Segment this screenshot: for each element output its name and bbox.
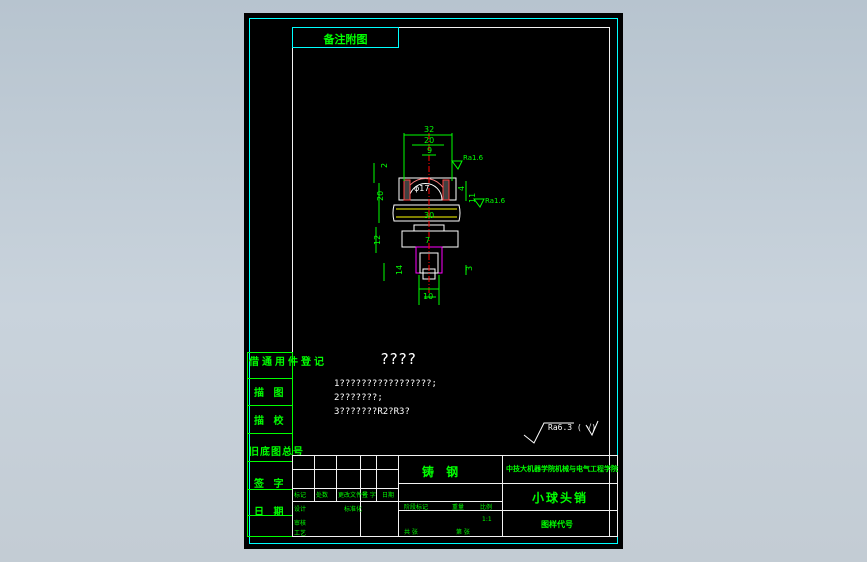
tech-note-2: 2???????; bbox=[334, 393, 383, 403]
stage-mark-label: 阶段标记 bbox=[404, 504, 429, 511]
dim-label-20: 20 bbox=[424, 136, 434, 145]
hatch-right bbox=[442, 179, 450, 201]
tech-note-1: 1?????????????????; bbox=[334, 379, 437, 389]
ratio-label: 比例 bbox=[480, 504, 493, 511]
ratio-value: 1:1 bbox=[482, 516, 492, 523]
dim-label-9: 9 bbox=[427, 146, 432, 155]
dim-label-4: 4 bbox=[457, 186, 466, 191]
title-block-rule bbox=[502, 455, 503, 537]
title-block-rule bbox=[398, 483, 618, 484]
title-block-rule bbox=[314, 455, 315, 501]
cad-viewport[interactable]: 备注附图 借通用件登记 描 图 描 校 旧底图总号 签 字 日 期 32 20 … bbox=[0, 0, 867, 562]
dim-label-14: 14 bbox=[395, 265, 404, 275]
date-label: 日期 bbox=[382, 492, 395, 499]
tech-requirements-title: ???? bbox=[380, 350, 417, 368]
title-block-rule bbox=[376, 455, 377, 501]
tech-note-3: 3???????R2?R3? bbox=[334, 407, 410, 417]
roughness-label-2: Ra1.6 bbox=[485, 197, 506, 205]
dim-label-32: 32 bbox=[424, 125, 434, 134]
general-roughness-note: Ra6.3 ( √) bbox=[548, 423, 597, 432]
title-block-rule bbox=[336, 455, 337, 501]
title-block-rule bbox=[398, 510, 618, 511]
drawing-code-label: 图样代号 bbox=[541, 520, 573, 529]
dim-label-3: 3 bbox=[465, 266, 474, 271]
dim-label-phi17: φ17 bbox=[414, 184, 429, 193]
hatch-left bbox=[403, 179, 411, 201]
signature-label: 签 字 bbox=[362, 492, 376, 499]
title-block-rule bbox=[398, 455, 399, 537]
reviewer-label: 审核 bbox=[294, 520, 307, 527]
standardization-label: 标准化 bbox=[344, 506, 363, 513]
drawing-sheet: 备注附图 借通用件登记 描 图 描 校 旧底图总号 签 字 日 期 32 20 … bbox=[244, 13, 623, 549]
dim-label-12: 12 bbox=[373, 235, 382, 245]
dim-label-20v: 20 bbox=[376, 191, 385, 201]
dim-label-30: 30 bbox=[424, 211, 434, 220]
sheets-total-label: 共 张 bbox=[404, 529, 418, 536]
dim-label-11: 11 bbox=[468, 193, 477, 203]
part-name: 小球头销 bbox=[532, 491, 589, 505]
process-label: 工艺 bbox=[294, 530, 307, 537]
title-block-rule bbox=[292, 469, 398, 470]
school-label: 中技大机器学院机械与电气工程学院 bbox=[506, 465, 618, 473]
count-label: 处数 bbox=[316, 492, 329, 499]
dim-label-2: 2 bbox=[380, 163, 389, 168]
dim-label-7: 7 bbox=[425, 236, 430, 245]
material-label: 铸 钢 bbox=[422, 465, 463, 479]
sheet-no-label: 第 张 bbox=[456, 529, 470, 536]
dim-label-10: 10 bbox=[423, 292, 433, 301]
designer-label: 设计 bbox=[294, 506, 307, 513]
weight-label: 重量 bbox=[452, 504, 465, 511]
marks-label: 标记 bbox=[294, 492, 307, 499]
title-block-rule bbox=[292, 501, 502, 502]
title-block-rule bbox=[292, 488, 398, 489]
roughness-label-1: Ra1.6 bbox=[463, 154, 484, 162]
